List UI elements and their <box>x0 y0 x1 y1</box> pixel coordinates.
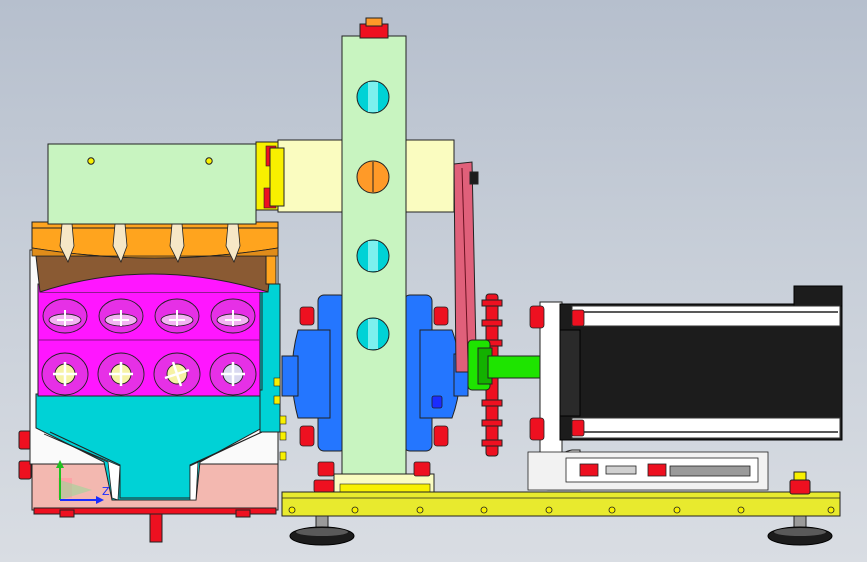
hopper-cyan-column <box>259 283 281 433</box>
housing-screw-left <box>87 157 95 165</box>
cell-cup-r2c3 <box>153 352 201 396</box>
belt-tensioner <box>469 171 479 185</box>
pump-bolt-br <box>433 425 449 447</box>
base-bolt-right <box>789 479 811 495</box>
motor-bottom-stripe <box>571 417 841 439</box>
column-hole-3-shade <box>368 241 378 271</box>
motor-bolt-br <box>571 419 585 437</box>
cell-cup-r1c1 <box>42 298 88 334</box>
rail-red-block-1 <box>579 463 599 477</box>
shaft-coupling <box>467 339 545 391</box>
pump-bolt-tl <box>299 306 315 326</box>
base-bolt-right-top <box>793 471 807 481</box>
pump-bolt-tr <box>433 306 449 326</box>
cell-cup-r1c2 <box>98 298 144 334</box>
motor-front-face <box>559 329 581 417</box>
cell-cup-r1c3 <box>154 298 200 334</box>
drain-pipe <box>149 513 163 543</box>
cad-viewport[interactable]: Z <box>0 0 867 562</box>
triad-axis-label: Z <box>102 485 110 498</box>
arm-collar <box>269 147 285 207</box>
rail-red-block-2 <box>647 463 667 477</box>
belt-drive <box>453 161 503 457</box>
motor-bolt-tr <box>571 309 585 327</box>
foot-left <box>289 515 355 546</box>
drain-bolt-left <box>59 509 75 518</box>
foot-right <box>767 515 833 546</box>
rail-teeth <box>669 465 751 477</box>
side-bolt-2 <box>18 460 32 480</box>
drain-bolt-right <box>235 509 251 518</box>
column-foot-stripe <box>339 483 431 493</box>
motor-top-connector <box>793 285 843 307</box>
column-top-cap-inner <box>365 17 383 27</box>
cell-cup-r1c4 <box>210 298 256 334</box>
base-plate-body <box>281 491 841 517</box>
motor-bolt-tl <box>529 305 545 329</box>
rail-slot-1 <box>605 465 637 475</box>
cell-cup-r2c4 <box>209 352 257 396</box>
motor-rail <box>527 451 769 491</box>
motor-bolt-bl <box>529 417 545 441</box>
side-bolt-1 <box>18 430 32 450</box>
column-hole-1-shade <box>368 82 378 112</box>
drive-shaft <box>487 355 545 379</box>
pump-bolt-mid <box>431 395 443 409</box>
hopper-brown-side <box>265 255 277 285</box>
cell-cup-r2c1 <box>41 352 89 396</box>
motor-top-stripe <box>571 305 841 327</box>
housing-screw-right <box>205 157 213 165</box>
leveling-feet <box>289 515 833 546</box>
pump-bolt-bl <box>299 425 315 447</box>
column-hole-4-shade <box>368 319 378 349</box>
pump-left-lip <box>281 355 299 397</box>
cell-cup-r2c2 <box>97 352 145 396</box>
hopper-top-housing <box>47 143 257 225</box>
